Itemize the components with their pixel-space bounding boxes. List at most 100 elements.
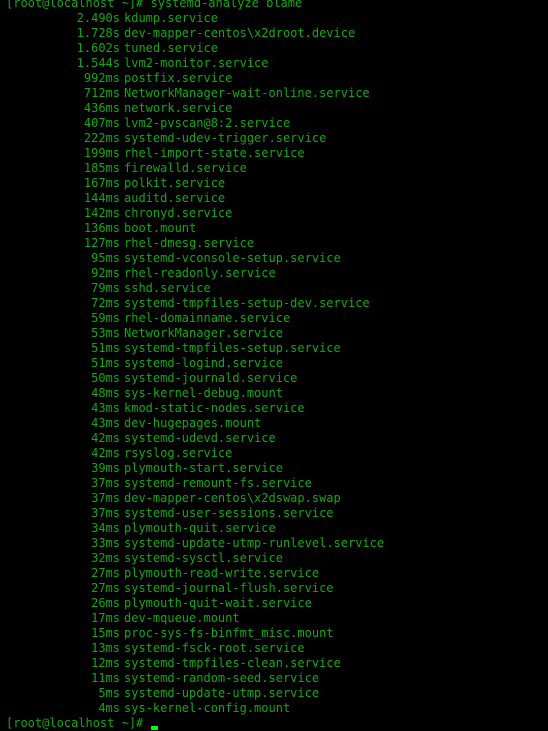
- unit-name: systemd-logind.service: [124, 356, 283, 370]
- terminal-window[interactable]: [root@localhost ~]# systemd-analyze blam…: [6, 0, 548, 731]
- unit-name: tuned.service: [124, 41, 218, 55]
- blame-row: 2.490s kdump.service: [6, 11, 548, 26]
- unit-name: systemd-fsck-root.service: [124, 641, 305, 655]
- blame-row: 95ms systemd-vconsole-setup.service: [6, 251, 548, 266]
- unit-name: polkit.service: [124, 176, 226, 190]
- unit-name: systemd-random-seed.service: [124, 671, 320, 685]
- unit-name: rhel-domainname.service: [124, 311, 291, 325]
- startup-time: 37ms: [91, 476, 120, 490]
- startup-time: 79ms: [91, 281, 120, 295]
- blame-row: 1.544s lvm2-monitor.service: [6, 56, 548, 71]
- unit-name: chronyd.service: [124, 206, 233, 220]
- unit-name: systemd-udevd.service: [124, 431, 276, 445]
- blame-row: 33ms systemd-update-utmp-runlevel.service: [6, 536, 548, 551]
- unit-name: postfix.service: [124, 71, 233, 85]
- shell-prompt: [root@localhost ~]#: [6, 0, 151, 10]
- startup-time: 222ms: [83, 131, 120, 145]
- unit-name: lvm2-monitor.service: [124, 56, 269, 70]
- unit-name: systemd-tmpfiles-clean.service: [124, 656, 341, 670]
- final-prompt-line[interactable]: [root@localhost ~]#: [6, 716, 548, 731]
- unit-name: sshd.service: [124, 281, 211, 295]
- blame-row: 436ms network.service: [6, 101, 548, 116]
- unit-name: systemd-journal-flush.service: [124, 581, 334, 595]
- blame-row: 11ms systemd-random-seed.service: [6, 671, 548, 686]
- startup-time: 167ms: [83, 176, 120, 190]
- unit-name: rsyslog.service: [124, 446, 233, 460]
- unit-name: plymouth-quit.service: [124, 521, 276, 535]
- unit-name: auditd.service: [124, 191, 226, 205]
- unit-name: dev-mapper-centos\x2dswap.swap: [124, 491, 341, 505]
- unit-name: systemd-remount-fs.service: [124, 476, 312, 490]
- blame-row: 407ms lvm2-pvscan@8:2.service: [6, 116, 548, 131]
- command-text: systemd-analyze blame: [150, 0, 303, 10]
- unit-name: kdump.service: [124, 11, 218, 25]
- command-line: [root@localhost ~]# systemd-analyze blam…: [6, 0, 548, 11]
- blame-row: 127ms rhel-dmesg.service: [6, 236, 548, 251]
- unit-name: dev-mapper-centos\x2droot.device: [124, 26, 356, 40]
- blame-row: 1.728s dev-mapper-centos\x2droot.device: [6, 26, 548, 41]
- blame-row: 167ms polkit.service: [6, 176, 548, 191]
- startup-time: 1.602s: [76, 41, 120, 55]
- unit-name: systemd-vconsole-setup.service: [124, 251, 341, 265]
- unit-name: lvm2-pvscan@8:2.service: [124, 116, 291, 130]
- startup-time: 1.728s: [76, 26, 120, 40]
- startup-time: 15ms: [91, 626, 120, 640]
- blame-row: 4ms sys-kernel-config.mount: [6, 701, 548, 716]
- startup-time: 407ms: [83, 116, 120, 130]
- blame-row: 53ms NetworkManager.service: [6, 326, 548, 341]
- startup-time: 33ms: [91, 536, 120, 550]
- unit-name: boot.mount: [124, 221, 197, 235]
- blame-row: 42ms systemd-udevd.service: [6, 431, 548, 446]
- blame-row: 79ms sshd.service: [6, 281, 548, 296]
- startup-time: 712ms: [83, 86, 120, 100]
- startup-time: 34ms: [91, 521, 120, 535]
- startup-time: 95ms: [91, 251, 120, 265]
- startup-time: 13ms: [91, 641, 120, 655]
- startup-time: 72ms: [91, 296, 120, 310]
- blame-row: 37ms dev-mapper-centos\x2dswap.swap: [6, 491, 548, 506]
- startup-time: 50ms: [91, 371, 120, 385]
- blame-row: 43ms kmod-static-nodes.service: [6, 401, 548, 416]
- blame-row: 17ms dev-mqueue.mount: [6, 611, 548, 626]
- startup-time: 17ms: [91, 611, 120, 625]
- startup-time: 4ms: [98, 701, 120, 715]
- unit-name: proc-sys-fs-binfmt_misc.mount: [124, 626, 334, 640]
- unit-name: systemd-update-utmp.service: [124, 686, 320, 700]
- startup-time: 185ms: [83, 161, 120, 175]
- unit-name: kmod-static-nodes.service: [124, 401, 305, 415]
- startup-time: 37ms: [91, 491, 120, 505]
- startup-time: 142ms: [83, 206, 120, 220]
- startup-time: 48ms: [91, 386, 120, 400]
- unit-name: plymouth-quit-wait.service: [124, 596, 312, 610]
- startup-time: 51ms: [91, 341, 120, 355]
- blame-row: 27ms plymouth-read-write.service: [6, 566, 548, 581]
- blame-row: 72ms systemd-tmpfiles-setup-dev.service: [6, 296, 548, 311]
- blame-row: 222ms systemd-udev-trigger.service: [6, 131, 548, 146]
- startup-time: 53ms: [91, 326, 120, 340]
- blame-row: 136ms boot.mount: [6, 221, 548, 236]
- unit-name: NetworkManager.service: [124, 326, 283, 340]
- blame-row: 92ms rhel-readonly.service: [6, 266, 548, 281]
- startup-time: 26ms: [91, 596, 120, 610]
- unit-name: systemd-udev-trigger.service: [124, 131, 327, 145]
- startup-time: 43ms: [91, 416, 120, 430]
- unit-name: rhel-dmesg.service: [124, 236, 255, 250]
- unit-name: rhel-import-state.service: [124, 146, 305, 160]
- blame-row: 26ms plymouth-quit-wait.service: [6, 596, 548, 611]
- unit-name: NetworkManager-wait-online.service: [124, 86, 370, 100]
- blame-row: 185ms firewalld.service: [6, 161, 548, 176]
- unit-name: dev-hugepages.mount: [124, 416, 262, 430]
- blame-row: 32ms systemd-sysctl.service: [6, 551, 548, 566]
- startup-time: 2.490s: [76, 11, 120, 25]
- unit-name: plymouth-read-write.service: [124, 566, 320, 580]
- startup-time: 436ms: [83, 101, 120, 115]
- blame-row: 144ms auditd.service: [6, 191, 548, 206]
- startup-time: 136ms: [83, 221, 120, 235]
- unit-name: systemd-user-sessions.service: [124, 506, 334, 520]
- blame-row: 43ms dev-hugepages.mount: [6, 416, 548, 431]
- unit-name: plymouth-start.service: [124, 461, 283, 475]
- unit-name: systemd-journald.service: [124, 371, 298, 385]
- blame-row: 39ms plymouth-start.service: [6, 461, 548, 476]
- blame-row: 27ms systemd-journal-flush.service: [6, 581, 548, 596]
- blame-row: 50ms systemd-journald.service: [6, 371, 548, 386]
